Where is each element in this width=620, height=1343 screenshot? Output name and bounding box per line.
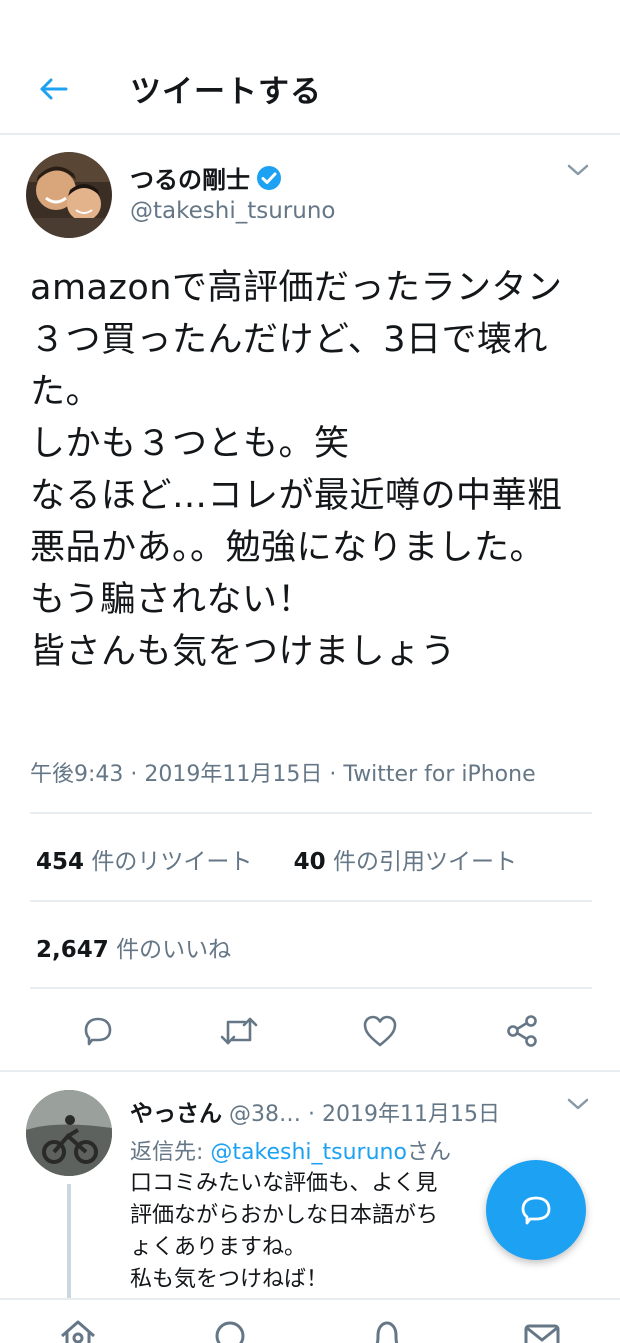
page-title: ツイートする: [130, 74, 322, 110]
reply-to-suffix: さん: [406, 1140, 451, 1165]
tweet-author: つるの剛士 @takeshi_tsuruno: [0, 150, 620, 245]
retweets-label: 件のリツイート: [91, 849, 253, 875]
nav-home[interactable]: [55, 1318, 101, 1343]
search-icon: [215, 1321, 245, 1343]
author-name[interactable]: つるの剛士: [130, 160, 282, 195]
like-button[interactable]: [357, 1008, 403, 1054]
tweet-text: amazonで高評価だったランタン３つ買ったんだけど、3日で壊れた。 しかも３つ…: [30, 268, 563, 672]
bell-icon: [375, 1321, 399, 1343]
verified-badge-icon: [256, 165, 282, 191]
reply-icon: [84, 1017, 112, 1046]
likes-stat[interactable]: 2,647 件のいいね: [36, 930, 231, 964]
tweet-menu-button[interactable]: [566, 162, 590, 182]
meta-separator: ·: [329, 762, 344, 787]
divider: [30, 987, 592, 989]
likes-label: 件のいいね: [116, 937, 232, 963]
likes-row: 2,647 件のいいね: [36, 930, 231, 964]
tweet-date: 2019年11月15日: [144, 762, 323, 787]
share-icon: [507, 1015, 537, 1047]
divider: [30, 900, 592, 902]
reply-to-line: 返信先: @takeshi_tsurunoさん: [130, 1134, 451, 1166]
tweet-source[interactable]: Twitter for iPhone: [343, 762, 535, 787]
quotes-label: 件の引用ツイート: [332, 849, 517, 875]
retweet-button[interactable]: [216, 1008, 262, 1054]
bottom-navigation: [0, 1298, 620, 1343]
author-name-text: つるの剛士: [130, 166, 250, 194]
retweet-icon: [220, 1017, 258, 1045]
nav-messages[interactable]: [519, 1318, 565, 1343]
mail-icon: [524, 1324, 560, 1343]
nav-notifications[interactable]: [364, 1318, 410, 1343]
quotes-stat[interactable]: 40 件の引用ツイート: [294, 842, 517, 876]
chevron-down-icon: [567, 164, 589, 176]
tweet-time: 午後9:43: [30, 762, 124, 787]
compose-reply-button[interactable]: [486, 1160, 586, 1260]
nav-search[interactable]: [209, 1318, 255, 1343]
reply-to-prefix: 返信先:: [130, 1140, 211, 1165]
author-handle[interactable]: @takeshi_tsuruno: [130, 198, 335, 224]
share-button[interactable]: [499, 1008, 545, 1054]
retweets-stat[interactable]: 454 件のリツイート: [36, 842, 252, 876]
reply-header: やっさん @38… · 2019年11月15日: [130, 1094, 500, 1128]
tweet-meta: 午後9:43 · 2019年11月15日 · Twitter for iPhon…: [30, 756, 536, 788]
tweet-actions: [0, 1008, 620, 1054]
divider: [30, 812, 592, 814]
likes-count: 2,647: [36, 937, 109, 963]
arrow-left-icon: [40, 78, 68, 100]
quotes-count: 40: [293, 849, 326, 875]
avatar[interactable]: [26, 152, 112, 238]
top-app-bar: ツイートする: [0, 0, 620, 135]
reply-text: 口コミみたいな評価も、よく見 評価ながらおかしな日本語がち ょくありますね。 私…: [130, 1171, 439, 1292]
retweets-count: 454: [36, 849, 85, 875]
chevron-down-icon: [567, 1098, 589, 1110]
meta-separator: ·: [308, 1102, 322, 1127]
reply-date: 2019年11月15日: [322, 1102, 500, 1127]
meta-separator: ·: [130, 762, 145, 787]
home-icon: [61, 1320, 95, 1343]
back-button[interactable]: [30, 68, 76, 110]
heart-icon: [363, 1015, 397, 1047]
thread-line: [67, 1184, 71, 1304]
compose-reply-icon: [521, 1196, 551, 1225]
stats-row: 454 件のリツイート 40 件の引用ツイート: [36, 842, 517, 876]
reply-menu-button[interactable]: [566, 1096, 590, 1116]
reply-author-handle[interactable]: @38…: [229, 1102, 301, 1127]
reply-button[interactable]: [75, 1008, 121, 1054]
reply-to-mention[interactable]: @takeshi_tsuruno: [210, 1140, 407, 1165]
reply-author-name[interactable]: やっさん: [130, 1101, 222, 1127]
avatar[interactable]: [26, 1090, 112, 1176]
